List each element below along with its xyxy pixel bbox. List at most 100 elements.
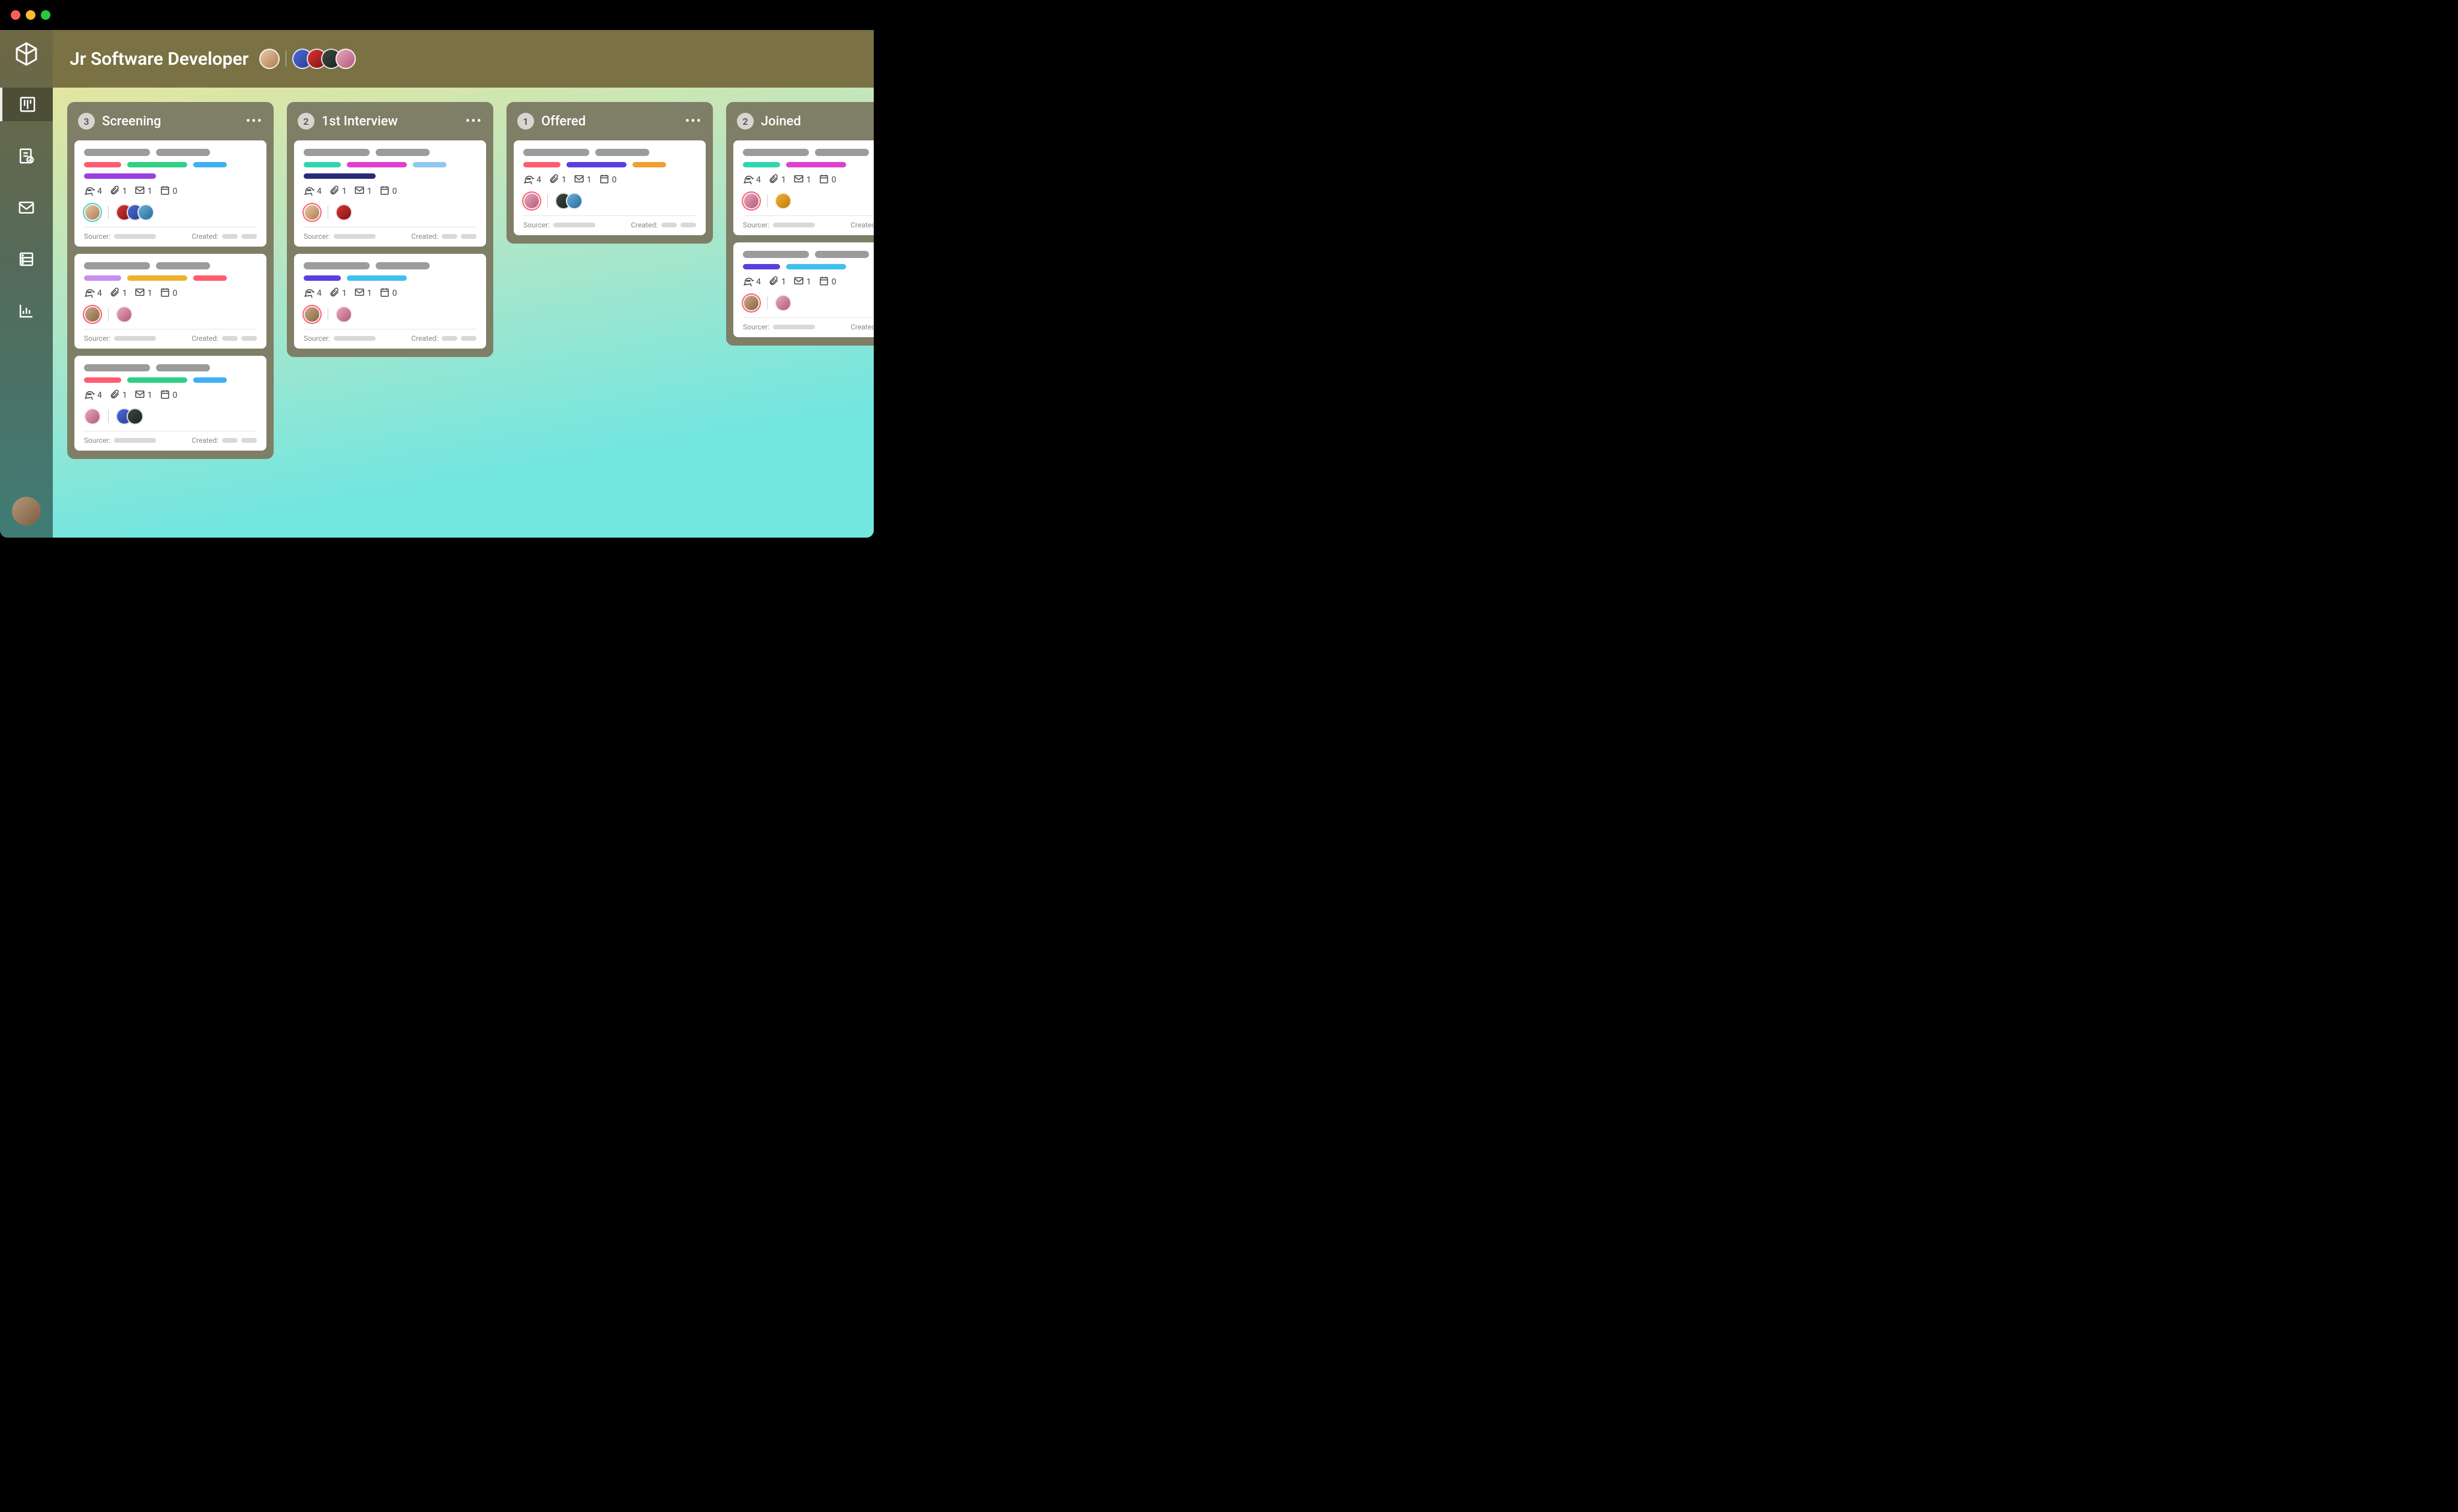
card-owner-avatar[interactable] (743, 193, 760, 209)
divider (108, 206, 109, 219)
member-avatar[interactable] (335, 49, 356, 69)
calendar-count: 0 (379, 185, 397, 198)
board-header: Jr Software Developer (53, 30, 874, 88)
attachment-icon (548, 173, 559, 187)
mail-icon (134, 389, 145, 402)
attachment-icon (768, 275, 779, 289)
sourcer-label: Sourcer: (743, 221, 815, 229)
candidate-card[interactable]: 4 1 1 0 Sourcer: Created: (294, 140, 486, 247)
calendar-icon (599, 173, 610, 187)
column-title: Offered (541, 114, 678, 129)
mail-icon (134, 287, 145, 300)
window-maximize-button[interactable] (41, 10, 50, 20)
comments-count: 4 (304, 287, 322, 300)
comment-icon (304, 185, 314, 198)
created-label: Created: (850, 323, 874, 331)
mail-icon (354, 185, 365, 198)
column-count-badge: 2 (298, 113, 314, 130)
calendar-count: 0 (819, 173, 837, 187)
mail-count: 1 (134, 389, 152, 402)
mail-count: 1 (574, 173, 592, 187)
card-member-avatar[interactable] (335, 306, 352, 323)
attachments-count: 1 (109, 389, 127, 402)
board-owner-avatar[interactable] (259, 49, 280, 69)
candidate-card[interactable]: 4 1 1 0 Sourcer: Created: (294, 254, 486, 349)
nav-tasks-icon[interactable] (0, 139, 53, 173)
mail-icon (354, 287, 365, 300)
nav-mail-icon[interactable] (0, 191, 53, 224)
sourcer-label: Sourcer: (304, 334, 376, 343)
created-label: Created: (191, 436, 257, 445)
mail-count: 1 (134, 287, 152, 300)
comments-count: 4 (523, 173, 541, 187)
candidate-card[interactable]: 4 1 1 0 Sourcer: Created: (74, 254, 266, 349)
header-members (259, 49, 356, 69)
calendar-count: 0 (160, 185, 178, 198)
card-member-avatar[interactable] (775, 295, 792, 311)
calendar-icon (160, 389, 170, 402)
card-meta: 4 1 1 0 (304, 185, 476, 198)
candidate-card[interactable]: 4 1 1 0 Sourcer: Created: (514, 140, 706, 235)
candidate-card[interactable]: 4 1 1 0 Sourcer: Created: (733, 242, 874, 337)
calendar-count: 0 (160, 287, 178, 300)
card-owner-avatar[interactable] (304, 306, 320, 323)
attachments-count: 1 (768, 275, 786, 289)
column-menu-button[interactable]: ••• (466, 114, 482, 129)
window-minimize-button[interactable] (26, 10, 35, 20)
board-title: Jr Software Developer (70, 49, 248, 70)
window-close-button[interactable] (11, 10, 20, 20)
column-count-badge: 2 (737, 113, 754, 130)
created-label: Created: (191, 334, 257, 343)
card-member-avatar[interactable] (137, 204, 154, 221)
column-menu-button[interactable]: ••• (246, 114, 263, 129)
card-meta: 4 1 1 0 (304, 287, 476, 300)
calendar-icon (819, 173, 829, 187)
column-title: Joined (761, 114, 874, 129)
comment-icon (743, 173, 754, 187)
comment-icon (304, 287, 314, 300)
titlebar (0, 0, 874, 30)
card-member-avatar[interactable] (116, 306, 133, 323)
mail-icon (134, 185, 145, 198)
divider (767, 296, 768, 310)
card-member-avatar[interactable] (775, 193, 792, 209)
candidate-card[interactable]: 4 1 1 0 Sourcer: Created: (74, 356, 266, 451)
calendar-count: 0 (379, 287, 397, 300)
created-label: Created: (411, 334, 476, 343)
nav-database-icon[interactable] (0, 242, 53, 276)
column-title: Screening (102, 114, 239, 129)
kanban-column: 2 Joined ••• 4 1 1 0 Sourcer: Created: (726, 102, 874, 346)
attachments-count: 1 (109, 185, 127, 198)
column-count-badge: 1 (517, 113, 534, 130)
nav-analytics-icon[interactable] (0, 294, 53, 328)
mail-icon (793, 173, 804, 187)
column-menu-button[interactable]: ••• (685, 114, 702, 129)
calendar-count: 0 (599, 173, 617, 187)
candidate-card[interactable]: 4 1 1 0 Sourcer: Created: (74, 140, 266, 247)
card-meta: 4 1 1 0 (523, 173, 696, 187)
created-label: Created: (850, 221, 874, 229)
nav-board-icon[interactable] (0, 88, 53, 121)
column-title: 1st Interview (322, 114, 458, 129)
comments-count: 4 (84, 185, 102, 198)
card-owner-avatar[interactable] (84, 204, 101, 221)
kanban-column: 3 Screening ••• 4 1 1 0 Sourcer: Created… (67, 102, 274, 459)
card-owner-avatar[interactable] (523, 193, 540, 209)
card-owner-avatar[interactable] (84, 306, 101, 323)
mail-count: 1 (134, 185, 152, 198)
card-member-avatar[interactable] (335, 204, 352, 221)
card-owner-avatar[interactable] (304, 204, 320, 221)
mail-count: 1 (793, 275, 811, 289)
card-owner-avatar[interactable] (743, 295, 760, 311)
current-user-avatar[interactable] (12, 497, 41, 526)
calendar-count: 0 (160, 389, 178, 402)
card-owner-avatar[interactable] (84, 408, 101, 425)
candidate-card[interactable]: 4 1 1 0 Sourcer: Created: (733, 140, 874, 235)
attachment-icon (329, 287, 340, 300)
card-member-avatar[interactable] (127, 408, 143, 425)
card-meta: 4 1 1 0 (743, 173, 874, 187)
kanban-board[interactable]: 3 Screening ••• 4 1 1 0 Sourcer: Created… (53, 88, 874, 538)
card-member-avatar[interactable] (566, 193, 583, 209)
attachment-icon (768, 173, 779, 187)
calendar-icon (379, 287, 390, 300)
